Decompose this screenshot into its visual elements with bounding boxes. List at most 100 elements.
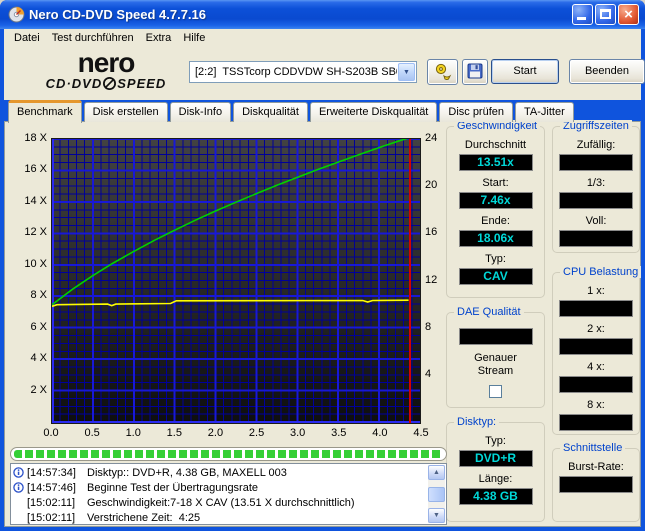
y-axis-right-tick: 20 [425,179,449,191]
y-axis-right-tick: 4 [425,368,449,380]
2-x-value [559,338,633,355]
eject-disc-icon [434,63,452,80]
eject-disc-button[interactable] [427,59,458,85]
info-icon [13,467,26,478]
burst-rate-label: Burst-Rate: [568,461,624,474]
scroll-down-button[interactable]: ▼ [428,508,445,523]
tab-erweiterte-diskqualitat[interactable]: Erweiterte Diskqualität [310,102,437,122]
tab-bar: BenchmarkDisk erstellenDisk-InfoDiskqual… [8,100,576,122]
y-axis-right-tick: 16 [425,226,449,238]
speed-field: Start:7.46x [447,177,544,209]
cpu-usage-panel: CPU Belastung 1 x:2 x:4 x:8 x: [552,272,640,435]
menu-item-hilfe[interactable]: Hilfe [177,30,211,46]
save-button[interactable] [462,59,488,85]
menu-item-datei[interactable]: Datei [8,30,46,46]
start-value: 7.46x [459,192,533,209]
disc-type-panel: Disktyp: Typ:DVD+RLänge:4.38 GB [446,422,545,522]
x-axis-tick: 3.5 [324,427,354,439]
tab-disk-erstellen[interactable]: Disk erstellen [84,102,168,122]
info-icon [13,482,26,493]
accurate-stream-label: Genauer Stream [465,352,527,378]
durchschnitt-value: 13.51x [459,154,533,171]
1-3-value [559,192,633,209]
disctype-field: Länge:4.38 GB [447,473,544,505]
log-icon-spacer [13,497,26,508]
nero-logo-text: nero [28,50,184,76]
y-axis-left-tick: 18 X [15,132,47,144]
typ-label: Typ: [485,435,506,448]
log-entry: [14:57:34]Disktyp:: DVD+R, 4.38 GB, MAXE… [13,465,444,480]
start-button[interactable]: Start [491,59,559,84]
log-message: Verstrichene Zeit: 4:25 [87,512,444,524]
iface-field: Burst-Rate: [553,461,639,493]
zufallig-label: Zufällig: [577,139,616,152]
progress-bar [10,447,447,461]
lange-value: 4.38 GB [459,488,533,505]
disctype-field: Typ: DVD+R [447,435,544,467]
voll-value [559,230,633,247]
8-x-value [559,414,633,431]
maximize-button[interactable] [595,4,616,25]
tab-ta-jitter[interactable]: TA-Jitter [515,102,574,122]
log-entry: [15:02:11]Geschwindigkeit:7-18 X CAV (13… [13,495,444,510]
tab-diskqualitat[interactable]: Diskqualität [233,102,308,122]
close-button[interactable]: × [618,4,639,25]
nero-logo: nero CD·DVD SPEED [28,50,184,91]
interface-panel-title: Schnittstelle [560,442,625,454]
menubar: DateiTest durchführenExtraHilfe [4,29,641,48]
dae-quality-panel: DAE Qualität Genauer Stream [446,312,545,408]
ende-label: Ende: [481,215,510,228]
x-axis-tick: 4.0 [365,427,395,439]
drive-select-value: [2:2] TSSTcorp CDDVDW SH-S203B SB04 [190,66,397,78]
access-field: Voll: [553,215,639,247]
scroll-up-button[interactable]: ▲ [428,465,445,480]
chevron-down-icon[interactable]: ▼ [398,63,415,81]
log-message: Disktyp:: DVD+R, 4.38 GB, MAXELL 003 [87,467,444,479]
tab-disc-prufen[interactable]: Disc prüfen [439,102,513,122]
zufallig-value [559,154,633,171]
log-icon-spacer [13,512,26,523]
speed-field: Ende: 18.06x [447,215,544,247]
4-x-value [559,376,633,393]
progress-bar-fill [14,450,443,458]
menu-item-test-durchfuhren[interactable]: Test durchführen [46,30,140,46]
y-axis-left-tick: 6 X [15,321,47,333]
4-x-label: 4 x: [587,361,605,374]
x-axis-tick: 2.0 [200,427,230,439]
log-message: Geschwindigkeit:7-18 X CAV (13.51 X durc… [87,497,444,509]
voll-label: Voll: [586,215,607,228]
dae-panel-title: DAE Qualität [454,306,524,318]
dae-quality-value [459,328,533,345]
read-speed-line [52,139,409,305]
accurate-stream-checkbox[interactable] [489,385,502,398]
cpu-field: 2 x: [553,323,639,355]
typ-value: DVD+R [459,450,533,467]
tab-benchmark[interactable]: Benchmark [8,100,82,123]
scrollbar-thumb[interactable] [428,487,445,502]
minimize-button[interactable] [572,4,593,25]
quit-button[interactable]: Beenden [569,59,645,84]
ende-value: 18.06x [459,230,533,247]
y-axis-left-tick: 8 X [15,289,47,301]
app-icon [8,6,25,23]
cd-dvd-speed-logo-text: CD·DVD SPEED [28,76,184,91]
y-axis-right-tick: 8 [425,321,449,333]
log-timestamp: [15:02:11] [27,497,87,509]
menu-item-extra[interactable]: Extra [140,30,178,46]
tab-disk-info[interactable]: Disk-Info [170,102,231,122]
disc-type-panel-title: Disktyp: [454,416,499,428]
app-window: Nero CD-DVD Speed 4.7.7.16 × DateiTest d… [0,0,645,531]
x-axis-tick: 4.5 [406,427,436,439]
interface-panel: Schnittstelle Burst-Rate: [552,448,640,522]
durchschnitt-label: Durchschnitt [465,139,526,152]
log-scrollbar[interactable]: ▲ ▼ [428,465,445,523]
speed-panel: Geschwindigkeit Durchschnitt13.51xStart:… [446,126,545,298]
drive-select[interactable]: [2:2] TSSTcorp CDDVDW SH-S203B SB04 ▼ [189,61,417,83]
x-axis-tick: 1.5 [159,427,189,439]
log-list[interactable]: [14:57:34]Disktyp:: DVD+R, 4.38 GB, MAXE… [10,463,447,525]
log-entry: [15:02:11]Verstrichene Zeit: 4:25 [13,510,444,525]
titlebar[interactable]: Nero CD-DVD Speed 4.7.7.16 × [0,0,645,29]
cpu-field: 8 x: [553,399,639,431]
speed-chart [51,138,421,424]
log-entry: [14:57:46]Beginne Test der Übertragungsr… [13,480,444,495]
